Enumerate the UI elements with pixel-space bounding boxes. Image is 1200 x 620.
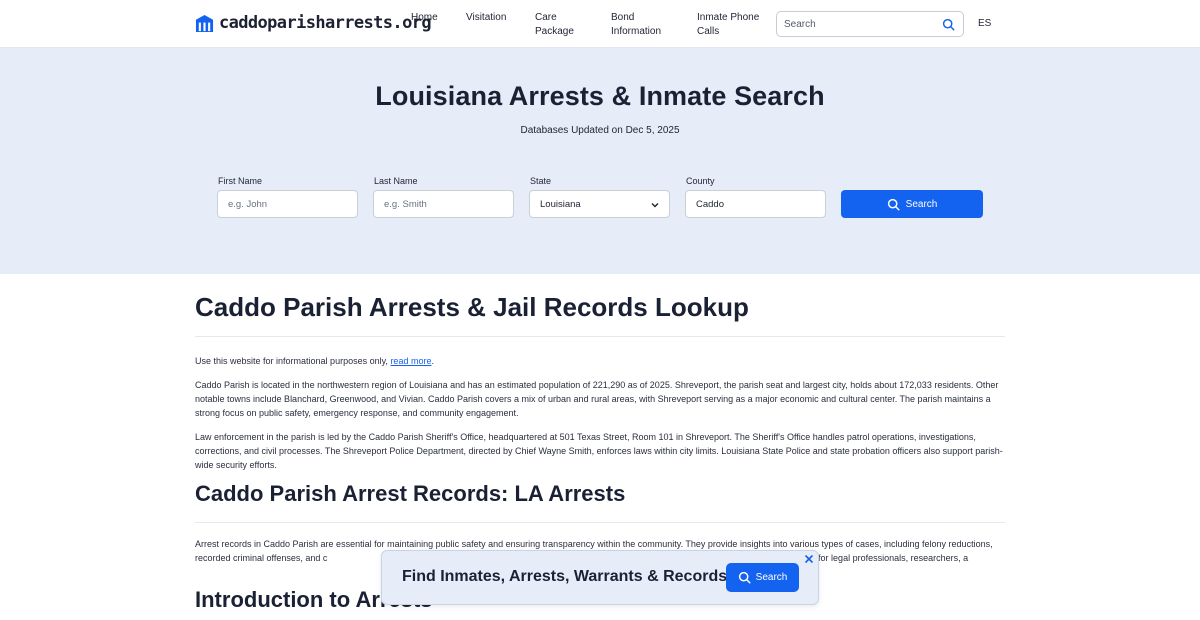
state-select[interactable]: Louisiana xyxy=(529,190,670,218)
intro-paragraph-1: Caddo Parish is located in the northwest… xyxy=(195,380,999,418)
nav-care-package-label-line1: Care xyxy=(535,12,557,23)
divider xyxy=(195,336,1005,337)
hero-title: Louisiana Arrests & Inmate Search xyxy=(375,81,825,111)
section-title-arrest-records: Caddo Parish Arrest Records: LA Arrests xyxy=(195,481,626,506)
nav-phone-label-line1: Inmate Phone xyxy=(697,12,760,23)
hero-search-section: Louisiana Arrests & Inmate Search Databa… xyxy=(0,48,1200,274)
state-label: State xyxy=(530,176,552,186)
first-name-input[interactable] xyxy=(228,198,348,210)
nav-bond-label-line1: Bond xyxy=(611,12,635,23)
nav-care-package-label-line2: Package xyxy=(535,26,574,37)
divider xyxy=(195,522,1005,523)
county-field xyxy=(685,190,826,218)
nav-visitation-label: Visitation xyxy=(466,12,507,23)
nav-phone-label-line2: Calls xyxy=(697,26,720,37)
disclaimer: Use this website for informational purpo… xyxy=(195,354,1005,368)
header-search xyxy=(776,11,964,37)
last-name-input[interactable] xyxy=(384,198,504,210)
first-name-label: First Name xyxy=(218,176,263,186)
language-toggle[interactable]: ES xyxy=(978,18,991,29)
close-icon[interactable] xyxy=(803,553,815,565)
read-more-link[interactable]: read more xyxy=(390,356,431,366)
logo-text: caddoparisharrests.org xyxy=(219,13,432,33)
nav-care-package[interactable]: Care Package xyxy=(535,11,574,39)
floating-search-bar: Find Inmates, Arrests, Warrants & Record… xyxy=(381,550,819,605)
nav-bond-information[interactable]: Bond Information xyxy=(611,11,661,39)
nav-bond-label-line2: Information xyxy=(611,26,662,37)
state-select-value: Louisiana xyxy=(540,198,581,210)
county-label: County xyxy=(686,176,715,186)
search-icon[interactable] xyxy=(942,18,955,31)
logo-icon xyxy=(195,14,214,32)
search-icon xyxy=(738,571,751,584)
nav-home[interactable]: Home xyxy=(411,11,438,25)
county-input[interactable] xyxy=(696,198,816,210)
header-search-input[interactable] xyxy=(784,18,944,30)
last-name-field xyxy=(373,190,514,218)
page-title: Caddo Parish Arrests & Jail Records Look… xyxy=(195,292,749,322)
first-name-field xyxy=(217,190,358,218)
disclaimer-text: Use this website for informational purpo… xyxy=(195,356,391,366)
intro-paragraph-2: Law enforcement in the parish is led by … xyxy=(195,432,1003,470)
search-icon xyxy=(887,198,900,211)
floating-search-button-label: Search xyxy=(755,572,788,583)
nav-visitation[interactable]: Visitation xyxy=(466,11,506,25)
hero-subtitle: Databases Updated on Dec 5, 2025 xyxy=(520,125,680,136)
last-name-label: Last Name xyxy=(374,176,418,186)
nav-inmate-phone-calls[interactable]: Inmate Phone Calls xyxy=(697,11,759,39)
floating-bar-title: Find Inmates, Arrests, Warrants & Record… xyxy=(402,568,728,585)
site-logo[interactable]: caddoparisharrests.org xyxy=(195,13,432,33)
site-header: caddoparisharrests.org Home Visitation C… xyxy=(0,0,1200,48)
hero-search-button-label: Search xyxy=(905,198,938,210)
nav-home-label: Home xyxy=(411,12,438,23)
floating-search-button[interactable]: Search xyxy=(726,563,799,592)
disclaimer-suffix: . xyxy=(431,356,434,366)
hero-search-button[interactable]: Search xyxy=(841,190,983,218)
chevron-down-icon xyxy=(651,203,659,208)
